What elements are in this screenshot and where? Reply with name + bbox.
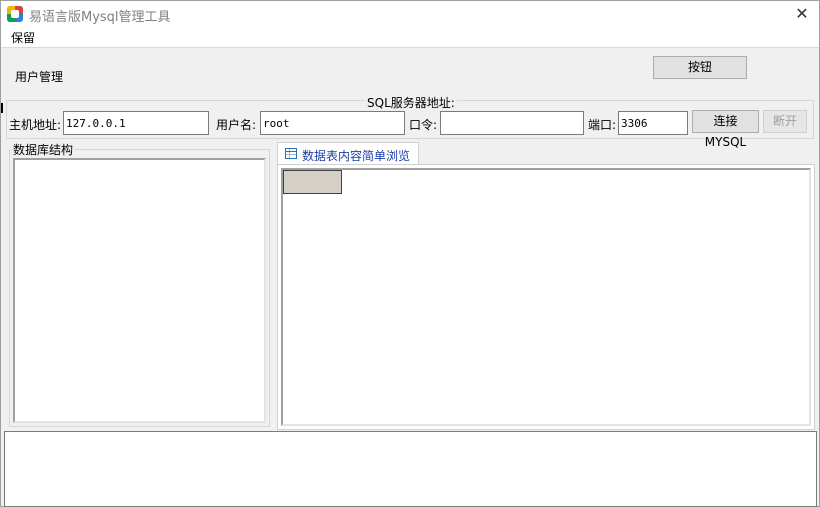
menu-bar: 保留 <box>1 27 819 48</box>
server-address-group-title: SQL服务器地址: <box>365 94 457 111</box>
port-input[interactable] <box>618 111 688 135</box>
host-input[interactable] <box>63 111 209 135</box>
app-icon <box>7 6 23 22</box>
table-grid[interactable] <box>281 168 811 426</box>
user-management-label[interactable]: 用户管理 <box>15 68 63 85</box>
main-window: 易语言版Mysql管理工具 ✕ 保留 用户管理 按钮 SQL服务器地址: 主机地… <box>0 0 820 507</box>
db-structure-title: 数据库结构 <box>11 141 76 158</box>
table-icon <box>285 148 297 159</box>
password-label: 口令: <box>409 118 438 132</box>
edge-marker <box>1 103 3 113</box>
title-bar[interactable]: 易语言版Mysql管理工具 ✕ <box>1 1 819 27</box>
window-title: 易语言版Mysql管理工具 <box>29 10 171 25</box>
generic-button[interactable]: 按钮 <box>653 56 747 79</box>
disconnect-button[interactable]: 断开 <box>763 110 807 133</box>
host-label: 主机地址: <box>9 118 62 132</box>
close-icon[interactable]: ✕ <box>785 1 819 27</box>
db-structure-tree[interactable] <box>13 158 266 423</box>
password-input[interactable] <box>440 111 584 135</box>
menu-item-reserve[interactable]: 保留 <box>11 29 35 46</box>
username-input[interactable] <box>260 111 405 135</box>
log-output[interactable] <box>4 431 817 507</box>
connect-mysql-button[interactable]: 连接MYSQL <box>692 110 759 149</box>
username-label: 用户名: <box>216 118 257 132</box>
port-label: 端口: <box>588 118 617 132</box>
grid-corner-header[interactable] <box>283 170 342 194</box>
tab-label: 数据表内容简单浏览 <box>302 149 411 163</box>
tab-table-browse[interactable]: 数据表内容简单浏览 <box>277 142 419 165</box>
